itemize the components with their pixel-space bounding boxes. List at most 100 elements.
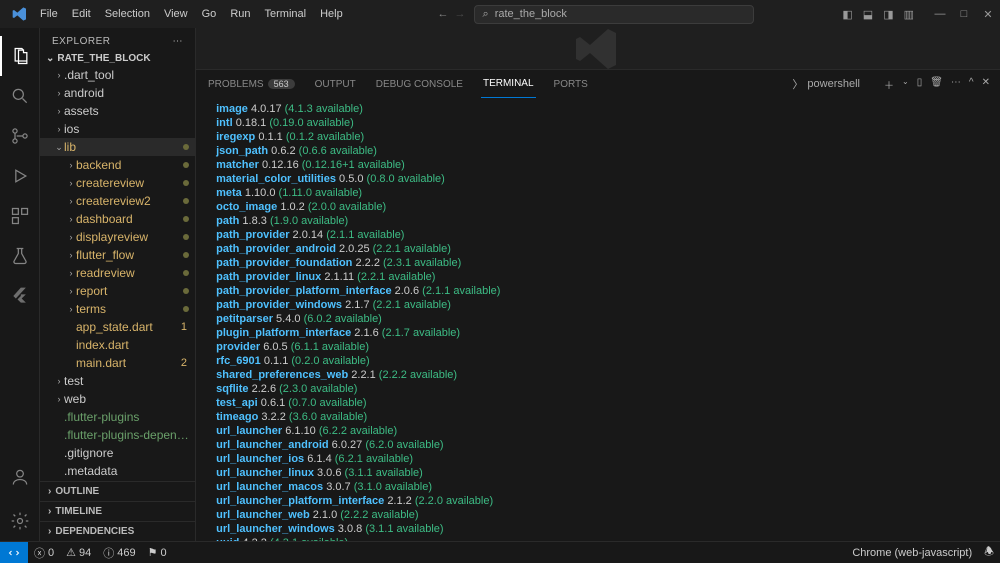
status-info[interactable]: ⓘ469 bbox=[97, 545, 141, 561]
terminal-line: iregexp 0.1.1 (0.1.2 available) bbox=[210, 130, 986, 144]
menu-help[interactable]: Help bbox=[314, 4, 349, 24]
accounts-icon[interactable] bbox=[0, 457, 40, 497]
new-terminal-icon[interactable]: ＋ bbox=[884, 77, 894, 92]
menu-terminal[interactable]: Terminal bbox=[259, 4, 313, 24]
terminal-line: octo_image 1.0.2 (2.0.0 available) bbox=[210, 200, 986, 214]
layout-left-icon[interactable]: ◧ bbox=[842, 8, 852, 21]
run-debug-icon[interactable] bbox=[0, 156, 40, 196]
tab-terminal[interactable]: TERMINAL bbox=[481, 70, 536, 98]
panel-maximize-icon[interactable]: ^ bbox=[969, 77, 974, 92]
tree-item-name: backend bbox=[76, 158, 183, 172]
tree-item[interactable]: ›readreview bbox=[40, 264, 195, 282]
explorer-header: EXPLORER ⋯ bbox=[40, 28, 195, 51]
tab-debug-console[interactable]: DEBUG CONSOLE bbox=[374, 70, 465, 98]
extensions-icon[interactable] bbox=[0, 196, 40, 236]
layout-right-icon[interactable]: ◨ bbox=[883, 8, 893, 21]
tree-item[interactable]: main.dart2 bbox=[40, 354, 195, 372]
tree-item[interactable]: ›web bbox=[40, 390, 195, 408]
chevron-icon: › bbox=[54, 376, 64, 386]
terminal-line: url_launcher_platform_interface 2.1.2 (2… bbox=[210, 494, 986, 508]
command-center-search[interactable]: ⌕ rate_the_block bbox=[474, 5, 754, 24]
terminal-line: rfc_6901 0.1.1 (0.2.0 available) bbox=[210, 354, 986, 368]
testing-icon[interactable] bbox=[0, 236, 40, 276]
window-maximize-icon[interactable]: □ bbox=[958, 8, 970, 21]
panel-more-icon[interactable]: ⋯ bbox=[951, 77, 961, 92]
tree-item[interactable]: ›backend bbox=[40, 156, 195, 174]
tree-item[interactable]: .metadata bbox=[40, 462, 195, 480]
modified-dot-icon bbox=[183, 216, 189, 222]
window-close-icon[interactable]: ✕ bbox=[982, 8, 994, 21]
menu-file[interactable]: File bbox=[34, 4, 64, 24]
remote-indicator[interactable] bbox=[0, 542, 28, 563]
menu-view[interactable]: View bbox=[158, 4, 194, 24]
terminal-selector[interactable]: 〉 powershell bbox=[792, 76, 860, 92]
window-minimize-icon[interactable]: — bbox=[934, 8, 946, 21]
split-terminal-icon[interactable]: ▯ bbox=[917, 77, 923, 92]
sidebar-section-dependencies[interactable]: › DEPENDENCIES bbox=[40, 521, 195, 541]
status-messages[interactable]: ⚑0 bbox=[142, 546, 173, 559]
editor-area: PROBLEMS 563 OUTPUT DEBUG CONSOLE TERMIN… bbox=[196, 28, 1000, 541]
menu-go[interactable]: Go bbox=[196, 4, 223, 24]
tree-item[interactable]: .gitignore bbox=[40, 444, 195, 462]
menu-run[interactable]: Run bbox=[224, 4, 256, 24]
terminal-output[interactable]: image 4.0.17 (4.1.3 available) intl 0.18… bbox=[196, 98, 1000, 541]
terminal-line: url_launcher 6.1.10 (6.2.2 available) bbox=[210, 424, 986, 438]
panel-close-icon[interactable]: ✕ bbox=[982, 77, 990, 92]
tree-item[interactable]: ›createreview2 bbox=[40, 192, 195, 210]
menu-selection[interactable]: Selection bbox=[99, 4, 156, 24]
status-warnings[interactable]: ⚠94 bbox=[60, 546, 97, 559]
tree-item[interactable]: ›dashboard bbox=[40, 210, 195, 228]
tree-item[interactable]: ›flutter_flow bbox=[40, 246, 195, 264]
tree-item[interactable]: ›test bbox=[40, 372, 195, 390]
chevron-icon: ⌄ bbox=[54, 142, 64, 153]
status-errors[interactable]: ⓧ0 bbox=[28, 545, 60, 561]
tree-item[interactable]: .flutter-plugins bbox=[40, 408, 195, 426]
tab-output[interactable]: OUTPUT bbox=[313, 70, 358, 98]
search-sidebar-icon[interactable] bbox=[0, 76, 40, 116]
terminal-line: uuid 4.2.2 (4.3.1 available) bbox=[210, 536, 986, 541]
tree-root[interactable]: ⌄RATE_THE_BLOCK bbox=[40, 51, 195, 66]
tree-item[interactable]: ›ios bbox=[40, 120, 195, 138]
bottom-panel: PROBLEMS 563 OUTPUT DEBUG CONSOLE TERMIN… bbox=[196, 69, 1000, 541]
layout-grid-icon[interactable]: ▥ bbox=[904, 8, 914, 21]
tree-item-name: readreview bbox=[76, 266, 183, 280]
nav-forward-icon[interactable]: → bbox=[455, 8, 466, 20]
tree-item[interactable]: app_state.dart1 bbox=[40, 318, 195, 336]
status-language[interactable]: Chrome (web-javascript) bbox=[846, 547, 978, 559]
tree-item[interactable]: ›assets bbox=[40, 102, 195, 120]
chevron-right-icon: › bbox=[48, 506, 51, 517]
source-control-icon[interactable] bbox=[0, 116, 40, 156]
terminal-dropdown-icon[interactable]: ⌄ bbox=[902, 77, 909, 92]
tree-item[interactable]: ›createreview bbox=[40, 174, 195, 192]
tree-item[interactable]: ⌄lib bbox=[40, 138, 195, 156]
layout-bottom-icon[interactable]: ⬓ bbox=[863, 8, 873, 21]
menu-edit[interactable]: Edit bbox=[66, 4, 97, 24]
sidebar-section-timeline[interactable]: › TIMELINE bbox=[40, 501, 195, 521]
tree-item[interactable]: ›terms bbox=[40, 300, 195, 318]
tree-item[interactable]: index.dart bbox=[40, 336, 195, 354]
sidebar-section-outline[interactable]: › OUTLINE bbox=[40, 481, 195, 501]
terminal-line: image 4.0.17 (4.1.3 available) bbox=[210, 102, 986, 116]
status-notifications-icon[interactable]: 🕭 bbox=[978, 543, 1000, 562]
settings-gear-icon[interactable] bbox=[0, 501, 40, 541]
tree-item[interactable]: .flutter-plugins-dependencies bbox=[40, 426, 195, 444]
nav-back-icon[interactable]: ← bbox=[438, 8, 449, 20]
tree-item[interactable]: ›displayreview bbox=[40, 228, 195, 246]
explorer-more-icon[interactable]: ⋯ bbox=[173, 36, 184, 47]
chevron-icon: › bbox=[66, 286, 76, 296]
chevron-right-icon: › bbox=[48, 486, 51, 497]
flutter-icon[interactable] bbox=[0, 276, 40, 316]
kill-terminal-icon[interactable]: 🗑 bbox=[930, 77, 943, 92]
tree-item[interactable]: ›report bbox=[40, 282, 195, 300]
tree-item-name: .flutter-plugins-dependencies bbox=[64, 428, 195, 442]
explorer-icon[interactable] bbox=[0, 36, 40, 76]
tree-item-name: .flutter-plugins bbox=[64, 410, 195, 424]
terminal-line: url_launcher_macos 3.0.7 (3.1.0 availabl… bbox=[210, 480, 986, 494]
tree-item[interactable]: ›android bbox=[40, 84, 195, 102]
tree-item[interactable]: ›.dart_tool bbox=[40, 66, 195, 84]
terminal-line: timeago 3.2.2 (3.6.0 available) bbox=[210, 410, 986, 424]
tab-ports[interactable]: PORTS bbox=[552, 70, 590, 98]
tree-item-name: web bbox=[64, 392, 195, 406]
tab-problems[interactable]: PROBLEMS 563 bbox=[206, 70, 297, 98]
terminal-line: url_launcher_ios 6.1.4 (6.2.1 available) bbox=[210, 452, 986, 466]
